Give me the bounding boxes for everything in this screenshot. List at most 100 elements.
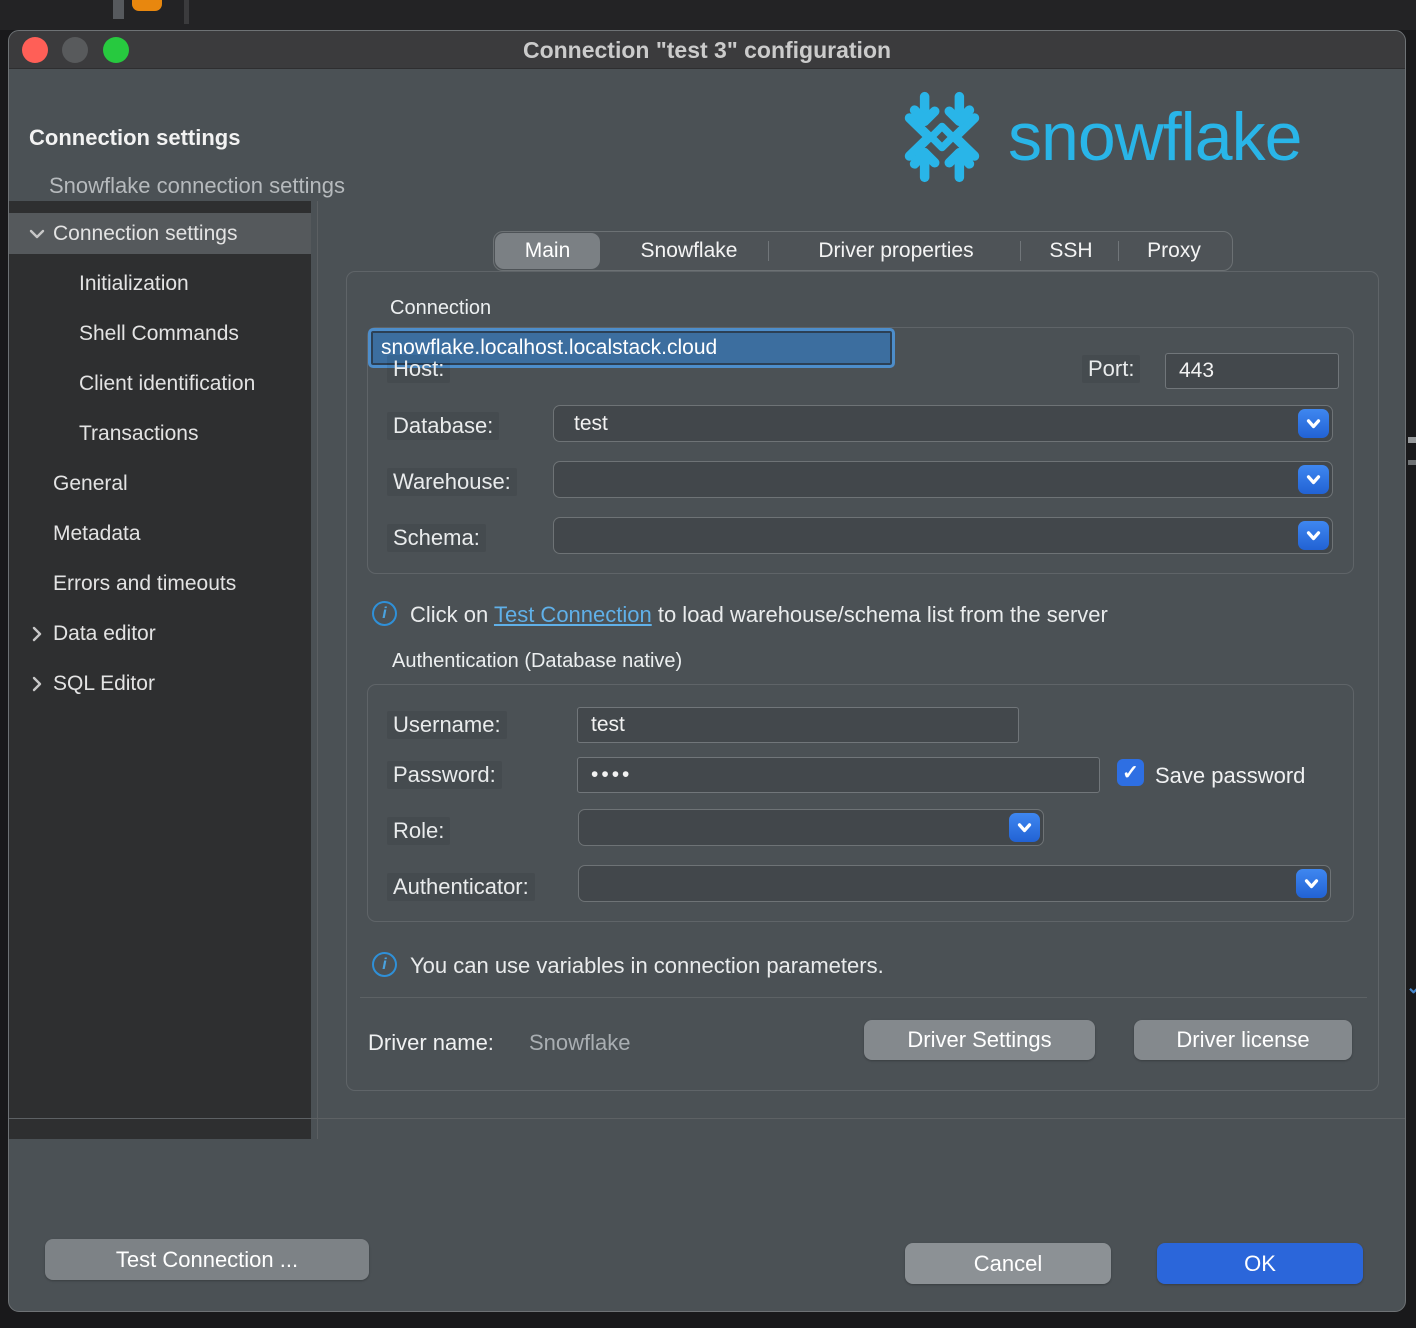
hint-text: to load warehouse/schema list from the s… bbox=[652, 602, 1108, 627]
role-label: Role: bbox=[387, 817, 450, 845]
chevron-down-icon bbox=[1306, 475, 1321, 485]
zoom-button[interactable] bbox=[103, 37, 129, 63]
background-window-fragment bbox=[113, 0, 124, 19]
schema-combobox[interactable] bbox=[553, 517, 1333, 554]
sidebar-item-shell-commands[interactable]: Shell Commands bbox=[9, 313, 311, 354]
authentication-group-label: Authentication (Database native) bbox=[392, 650, 682, 673]
desktop-background-strip bbox=[0, 0, 1416, 30]
chevron-down-icon bbox=[1306, 419, 1321, 429]
save-password-label: Save password bbox=[1155, 763, 1305, 789]
checkmark-icon: ✓ bbox=[1122, 760, 1139, 785]
background-blue-glyph-fragment: ⌄⌄ bbox=[1406, 980, 1416, 1016]
chevron-down-icon bbox=[1017, 823, 1032, 833]
test-connection-hint: i Click on Test Connection to load wareh… bbox=[410, 602, 1108, 628]
database-value: test bbox=[574, 406, 608, 441]
hint-text: Click on bbox=[410, 602, 494, 627]
background-app-icon-fragment bbox=[132, 0, 162, 11]
port-input[interactable]: 443 bbox=[1165, 353, 1339, 389]
username-label: Username: bbox=[387, 711, 507, 739]
driver-separator bbox=[360, 997, 1367, 998]
snowflake-wordmark: snowflake bbox=[1008, 81, 1301, 193]
tab-main[interactable]: Main bbox=[495, 233, 600, 269]
tab-proxy[interactable]: Proxy bbox=[1126, 232, 1222, 270]
sidebar-item-connection-settings[interactable]: Connection settings bbox=[9, 213, 311, 254]
sidebar-item-general[interactable]: General bbox=[9, 463, 311, 504]
sidebar-item-label: Connection settings bbox=[53, 213, 237, 254]
sidebar-item-transactions[interactable]: Transactions bbox=[9, 413, 311, 454]
snowflake-logo-icon bbox=[886, 81, 998, 193]
driver-name-value: Snowflake bbox=[529, 1030, 631, 1056]
chevron-down-icon bbox=[1304, 879, 1319, 889]
password-value: •••• bbox=[591, 763, 632, 787]
info-icon: i bbox=[372, 601, 397, 626]
sidebar-item-errors-and-timeouts[interactable]: Errors and timeouts bbox=[9, 563, 311, 604]
connection-groupbox: Host: snowflake.localhost.localstack.clo… bbox=[367, 327, 1354, 574]
cancel-button[interactable]: Cancel bbox=[905, 1243, 1111, 1284]
sidebar-item-label: Initialization bbox=[79, 263, 189, 304]
sidebar-item-metadata[interactable]: Metadata bbox=[9, 513, 311, 554]
driver-license-button[interactable]: Driver license bbox=[1134, 1020, 1352, 1060]
schema-label: Schema: bbox=[387, 524, 486, 552]
port-value: 443 bbox=[1179, 359, 1214, 383]
warehouse-label: Warehouse: bbox=[387, 468, 517, 496]
database-dropdown-button[interactable] bbox=[1298, 409, 1329, 438]
snowflake-brand: snowflake bbox=[886, 81, 1301, 193]
database-combobox[interactable]: test bbox=[553, 405, 1333, 442]
schema-dropdown-button[interactable] bbox=[1298, 521, 1329, 550]
connection-configuration-dialog: Connection "test 3" configuration Connec… bbox=[8, 30, 1406, 1312]
close-button[interactable] bbox=[22, 37, 48, 63]
test-connection-link[interactable]: Test Connection bbox=[494, 602, 652, 627]
sidebar-item-label: Metadata bbox=[53, 513, 141, 554]
page-title: Connection settings bbox=[29, 125, 240, 151]
warehouse-dropdown-button[interactable] bbox=[1298, 465, 1329, 494]
username-value: test bbox=[591, 713, 625, 737]
sidebar-item-label: General bbox=[53, 463, 128, 504]
background-window-fragment bbox=[1408, 460, 1416, 465]
chevron-right-icon bbox=[25, 613, 49, 654]
chevron-down-icon bbox=[25, 213, 49, 254]
ok-button[interactable]: OK bbox=[1157, 1243, 1363, 1284]
connection-group-label: Connection bbox=[390, 297, 491, 320]
sidebar-item-initialization[interactable]: Initialization bbox=[9, 263, 311, 304]
database-label: Database: bbox=[387, 412, 499, 440]
sidebar-item-sql-editor[interactable]: SQL Editor bbox=[9, 663, 311, 704]
role-combobox[interactable] bbox=[578, 809, 1044, 846]
tab-snowflake[interactable]: Snowflake bbox=[614, 232, 764, 270]
tab-divider bbox=[768, 241, 769, 261]
background-window-fragment bbox=[184, 0, 189, 24]
authentication-groupbox: Username: test Password: •••• ✓ Save pas… bbox=[367, 684, 1354, 922]
authenticator-combobox[interactable] bbox=[578, 865, 1331, 902]
password-label: Password: bbox=[387, 761, 502, 789]
sidebar-item-client-identification[interactable]: Client identification bbox=[9, 363, 311, 404]
page-subtitle: Snowflake connection settings bbox=[49, 173, 345, 199]
tab-divider bbox=[1118, 241, 1119, 261]
sidebar-item-label: Client identification bbox=[79, 363, 255, 404]
background-window-fragment bbox=[1408, 437, 1416, 443]
chevron-down-icon bbox=[1306, 531, 1321, 541]
password-input[interactable]: •••• bbox=[577, 757, 1100, 793]
sidebar-item-label: Transactions bbox=[79, 413, 198, 454]
info-icon: i bbox=[372, 952, 397, 977]
variables-hint: i You can use variables in connection pa… bbox=[410, 953, 884, 979]
settings-sidebar: Connection settings Initialization Shell… bbox=[9, 201, 311, 1139]
test-connection-button[interactable]: Test Connection ... bbox=[45, 1239, 369, 1280]
tab-ssh[interactable]: SSH bbox=[1028, 232, 1114, 270]
tab-driver-properties[interactable]: Driver properties bbox=[778, 232, 1014, 270]
sidebar-item-data-editor[interactable]: Data editor bbox=[9, 613, 311, 654]
dialog-title: Connection "test 3" configuration bbox=[9, 31, 1405, 69]
settings-tabbar: Main Snowflake Driver properties SSH Pro… bbox=[493, 231, 1233, 271]
host-label: Host: bbox=[387, 355, 450, 383]
sidebar-item-label: SQL Editor bbox=[53, 663, 155, 704]
hint-text: You can use variables in connection para… bbox=[410, 953, 884, 978]
warehouse-combobox[interactable] bbox=[553, 461, 1333, 498]
save-password-checkbox[interactable]: ✓ bbox=[1117, 759, 1144, 786]
footer-divider bbox=[9, 1118, 1405, 1119]
minimize-button[interactable] bbox=[62, 37, 88, 63]
role-dropdown-button[interactable] bbox=[1009, 813, 1040, 842]
driver-settings-button[interactable]: Driver Settings bbox=[864, 1020, 1095, 1060]
authenticator-dropdown-button[interactable] bbox=[1296, 869, 1327, 898]
dialog-titlebar: Connection "test 3" configuration bbox=[9, 31, 1405, 69]
authenticator-label: Authenticator: bbox=[387, 873, 535, 901]
username-input[interactable]: test bbox=[577, 707, 1019, 743]
sidebar-item-label: Shell Commands bbox=[79, 313, 239, 354]
